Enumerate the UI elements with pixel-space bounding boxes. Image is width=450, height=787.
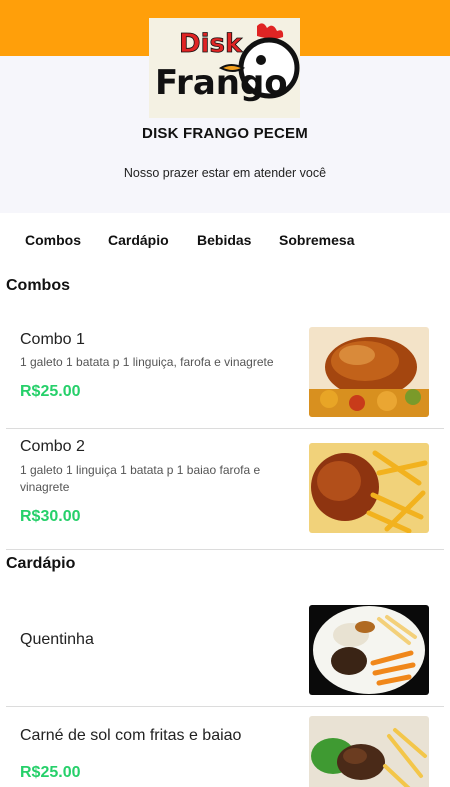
menu-item-combo-2[interactable]: Combo 2 1 galeto 1 linguiça 1 batata p 1… bbox=[0, 430, 450, 548]
divider bbox=[6, 428, 444, 429]
menu-item-carne-de-sol[interactable]: Carné de sol com fritas e baiao R$25.00 bbox=[0, 708, 450, 787]
nav-bebidas[interactable]: Bebidas bbox=[197, 232, 251, 248]
roast-chicken-image bbox=[309, 327, 429, 417]
menu-item-combo-1[interactable]: Combo 1 1 galeto 1 batata p 1 linguiça, … bbox=[0, 318, 450, 428]
item-name: Carné de sol com fritas e baiao bbox=[20, 727, 242, 744]
store-tagline: Nosso prazer estar em atender você bbox=[123, 166, 327, 180]
item-name: Quentinha bbox=[20, 631, 94, 648]
item-price: R$25.00 bbox=[20, 383, 81, 400]
store-logo: Disk Frango bbox=[149, 18, 300, 118]
nav-combos[interactable]: Combos bbox=[25, 232, 81, 248]
divider bbox=[6, 549, 444, 550]
item-name: Combo 2 bbox=[20, 438, 85, 455]
section-title-cardapio: Cardápio bbox=[6, 555, 76, 572]
meal-plate-image bbox=[309, 605, 429, 695]
item-price: R$30.00 bbox=[20, 508, 81, 525]
item-price: R$25.00 bbox=[20, 764, 81, 781]
nav-cardapio[interactable]: Cardápio bbox=[108, 232, 169, 248]
category-nav: Combos Cardápio Bebidas Sobremesa bbox=[0, 232, 450, 254]
item-name: Combo 1 bbox=[20, 331, 85, 348]
store-name: DISK FRANGO PECEM bbox=[142, 125, 308, 142]
section-title-combos: Combos bbox=[6, 277, 70, 294]
item-description: 1 galeto 1 linguiça 1 batata p 1 baiao f… bbox=[20, 463, 261, 494]
divider bbox=[6, 706, 444, 707]
beef-fries-image bbox=[309, 716, 429, 787]
menu-item-quentinha[interactable]: Quentinha bbox=[0, 598, 450, 706]
logo-text-top: Disk bbox=[179, 29, 243, 59]
chicken-fries-image bbox=[309, 443, 429, 533]
item-description: 1 galeto 1 batata p 1 linguiça, farofa e… bbox=[20, 355, 274, 369]
nav-sobremesa[interactable]: Sobremesa bbox=[279, 232, 354, 248]
logo-text-bottom: Frango bbox=[155, 63, 288, 103]
